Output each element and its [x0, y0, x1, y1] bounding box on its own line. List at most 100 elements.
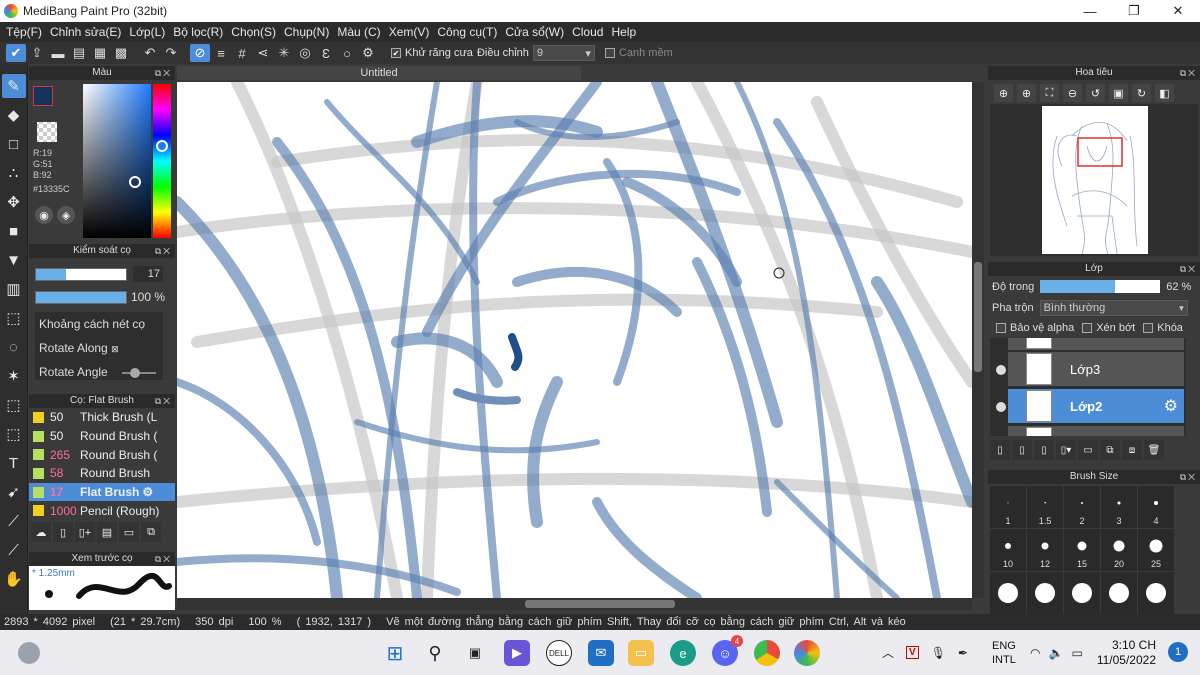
blend-mode-select[interactable]: Bình thường [1039, 300, 1188, 316]
magic-wand-tool-icon[interactable]: ✶ [2, 364, 26, 388]
brush-opacity-slider[interactable] [35, 290, 127, 304]
maximize-button[interactable]: ❐ [1112, 0, 1156, 22]
brush-list-item[interactable]: 1000 Pencil (Rough) [29, 501, 175, 520]
brush-prop-rotate-angle[interactable]: Rotate Angle [35, 360, 163, 384]
operation-tool-icon[interactable]: ➹ [2, 480, 26, 504]
start-menu-icon[interactable]: ⊞ [382, 640, 408, 666]
brush-tool-icon[interactable]: ✎ [1, 74, 26, 98]
panel-close-icon[interactable]: ⧉✕ [155, 552, 172, 566]
brush-size-cell[interactable]: 20 [1101, 529, 1137, 571]
panel-close-icon[interactable]: ⧉✕ [155, 66, 172, 80]
search-icon[interactable]: ⚲ [422, 640, 448, 666]
comment-icon[interactable]: ▬ [48, 44, 68, 62]
brush-prop-rotate-along[interactable]: Rotate Along ⊠ [35, 336, 163, 360]
vertical-scroll-thumb[interactable] [974, 262, 982, 372]
move-tool-icon[interactable]: ✥ [2, 190, 26, 214]
navigator-view[interactable] [990, 104, 1198, 256]
visibility-icon[interactable] [996, 365, 1006, 375]
minimize-button[interactable]: — [1068, 0, 1112, 22]
fill-rect-tool-icon[interactable]: ■ [2, 219, 26, 243]
brush-list-item[interactable]: 265 Round Brush ( [29, 445, 175, 464]
brush-prop-spacing[interactable]: Khoảng cách nét cọ [35, 312, 163, 336]
duplicate-layer-icon[interactable]: ⧉ [1100, 440, 1120, 460]
discord-icon[interactable]: ☺ 4 [712, 635, 743, 666]
menu-window[interactable]: Cửa sổ(W) [501, 25, 568, 39]
menu-cloud[interactable]: Cloud [568, 25, 607, 39]
antialias-checkbox[interactable]: ✔ [391, 48, 401, 58]
system-clock[interactable]: 3:10 CH 11/05/2022 [1097, 638, 1156, 668]
brush-size-cell[interactable] [1064, 572, 1100, 614]
brush-size-cell[interactable]: 15 [1064, 529, 1100, 571]
horizontal-scrollbar[interactable] [177, 598, 972, 610]
flip-icon[interactable]: ◧ [1155, 84, 1174, 102]
lasso-tool-icon[interactable]: ◌ [2, 335, 26, 359]
teams-chat-icon[interactable]: ▶ [504, 640, 530, 666]
close-button[interactable]: ✕ [1156, 0, 1200, 22]
panel-close-icon[interactable]: ⧉✕ [1180, 66, 1197, 80]
saturation-value-picker[interactable] [83, 84, 151, 238]
horizontal-scroll-thumb[interactable] [525, 600, 675, 608]
mail-icon[interactable]: ✉ [588, 640, 614, 666]
eyedropper-tool-icon[interactable]: ⟋ [2, 538, 26, 562]
foreground-color-swatch[interactable] [33, 86, 53, 106]
new-8bit-layer-icon[interactable]: ▯ [1034, 440, 1054, 460]
panel-close-icon[interactable]: ⧉✕ [155, 394, 172, 408]
canvas-tab[interactable]: Untitled [177, 66, 581, 80]
cloud-download-icon[interactable]: ☁ [31, 522, 51, 542]
input-language[interactable]: ENG INTL [992, 639, 1016, 667]
snap-settings-icon[interactable]: ⚙ [358, 44, 378, 62]
weather-icon[interactable] [18, 642, 40, 664]
transparent-color-swatch[interactable] [37, 122, 57, 142]
brush-settings-icon[interactable]: ▤ [97, 522, 117, 542]
export-icon[interactable]: ⇪ [27, 44, 47, 62]
antivirus-icon[interactable]: V [906, 646, 919, 659]
menu-layer[interactable]: Lớp(L) [125, 25, 169, 39]
layer-item-top[interactable] [1008, 338, 1184, 350]
zoom-in-icon[interactable]: ⊕ [994, 84, 1013, 102]
battery-icon[interactable]: ▭ [1071, 646, 1082, 660]
merge-layer-icon[interactable]: ⧈ [1122, 440, 1142, 460]
brush-size-cell[interactable]: 4 [1138, 486, 1174, 528]
eraser-tool-icon[interactable]: ◆ [2, 103, 26, 127]
brush-size-cell[interactable]: 1 [990, 486, 1026, 528]
crosshatch-snap-icon[interactable]: # [232, 44, 252, 62]
dot-tool-icon[interactable]: ∴ [2, 161, 26, 185]
sv-picker-cursor[interactable] [129, 176, 141, 188]
layer-item-lop3[interactable]: Lớp3 [1008, 352, 1184, 386]
new-layer-icon[interactable]: ▯ [990, 440, 1010, 460]
layer-item-bottom[interactable] [1008, 426, 1184, 436]
menu-file[interactable]: Tệp(F) [2, 25, 46, 39]
layer-settings-icon[interactable]: ⚙ [1164, 396, 1178, 416]
brush-settings-icon[interactable]: ⚙ [142, 485, 153, 499]
rotate-angle-slider[interactable] [121, 367, 156, 378]
vertical-scrollbar[interactable] [972, 82, 984, 598]
navigator-thumbnail[interactable] [1042, 106, 1148, 254]
brush-list-item[interactable]: 58 Round Brush [29, 464, 175, 483]
radial-snap-icon[interactable]: ✳ [274, 44, 294, 62]
sketch-artwork[interactable] [177, 82, 972, 598]
select-pen-tool-icon[interactable]: ⬚ [2, 393, 26, 417]
menu-select[interactable]: Chọn(S) [227, 25, 280, 39]
chevron-up-icon[interactable]: ︿ [882, 644, 894, 661]
zoom-in-alt-icon[interactable]: ⊕ [1017, 84, 1036, 102]
menu-view[interactable]: Xem(V) [385, 25, 434, 39]
soft-edge-checkbox[interactable] [604, 48, 615, 58]
actual-size-icon[interactable]: ▣ [1109, 84, 1128, 102]
protect-alpha-checkbox[interactable] [996, 323, 1006, 333]
fit-window-icon[interactable]: ⛶ [1040, 84, 1059, 102]
brush-list-item[interactable]: 50 Round Brush ( [29, 427, 175, 446]
clipping-checkbox[interactable] [1082, 323, 1093, 333]
rotate-right-icon[interactable]: ↻ [1132, 84, 1151, 102]
dell-icon[interactable]: DELL [546, 640, 572, 666]
cloud-check-icon[interactable]: ✔ [6, 44, 26, 62]
select-rect-tool-icon[interactable]: ⬚ [2, 306, 26, 330]
chrome-icon[interactable] [754, 640, 780, 666]
circle-snap-icon[interactable]: ○ [337, 44, 357, 62]
delete-layer-icon[interactable]: 🗑 [1144, 440, 1164, 460]
snap-off-icon[interactable]: ⊘ [190, 44, 210, 62]
brush-size-cell[interactable]: 2 [1064, 486, 1100, 528]
task-view-icon[interactable]: ▣ [462, 640, 488, 666]
zoom-out-icon[interactable]: ⊖ [1063, 84, 1082, 102]
brush-list-item[interactable]: 17 Flat Brush ⚙ [29, 482, 175, 502]
menu-filter[interactable]: Bộ lọc(R) [169, 25, 227, 39]
